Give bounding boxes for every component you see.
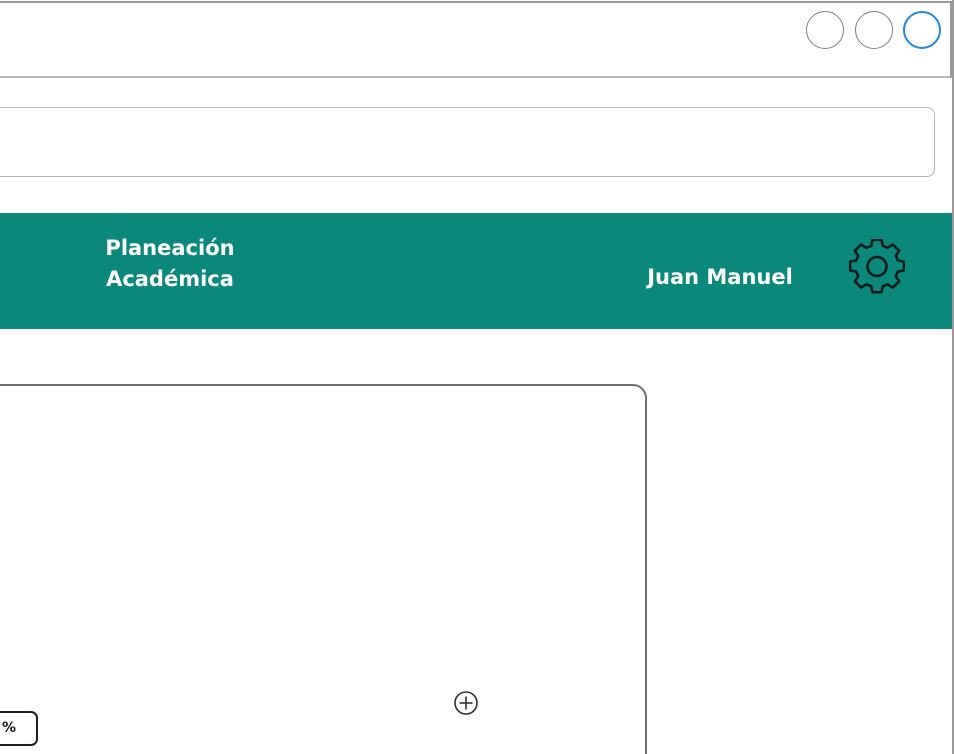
app-window: Planeación Académica Juan Manuel %	[0, 0, 954, 754]
address-bar[interactable]	[0, 107, 935, 177]
window-control-button[interactable]	[806, 11, 844, 49]
app-title-line2: Académica	[106, 267, 234, 291]
window-control-button-active[interactable]	[903, 11, 941, 49]
user-name[interactable]: Juan Manuel	[600, 264, 840, 290]
content-panel	[0, 384, 647, 754]
app-title-line1: Planeación	[105, 236, 235, 260]
percent-input[interactable]: %	[0, 711, 38, 746]
window-control-button[interactable]	[855, 11, 893, 49]
gear-icon[interactable]	[848, 238, 906, 295]
app-title[interactable]: Planeación Académica	[40, 233, 300, 295]
plus-circle-icon[interactable]	[451, 688, 481, 718]
